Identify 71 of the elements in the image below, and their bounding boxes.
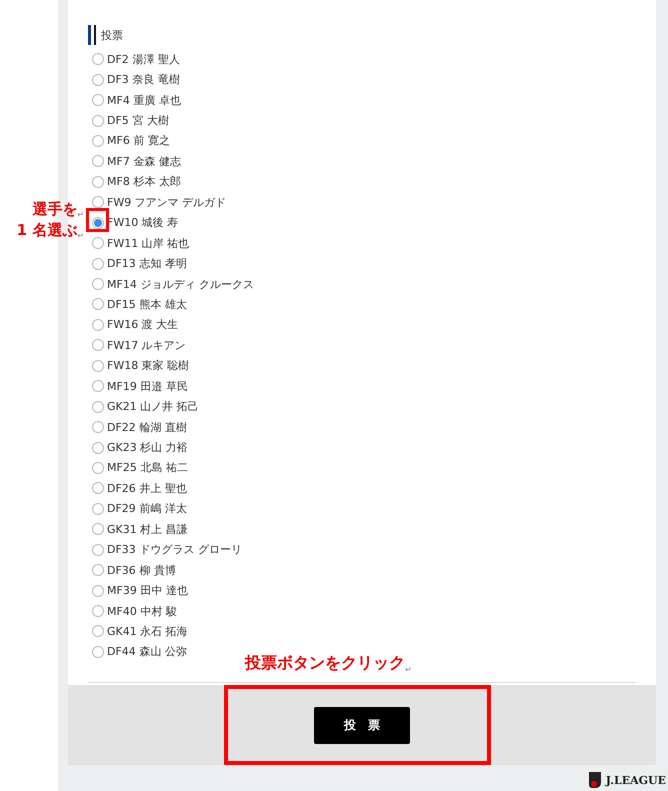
radio-button[interactable]: [92, 400, 104, 413]
player-label[interactable]: DF13 志知 孝明: [107, 256, 187, 272]
player-label[interactable]: DF36 柳 貴博: [107, 562, 176, 578]
radio-button[interactable]: [92, 564, 104, 576]
return-mark: ↵: [77, 231, 84, 240]
player-label[interactable]: DF2 湯澤 聖人: [107, 52, 180, 67]
radio-button[interactable]: [92, 176, 104, 188]
radio-button[interactable]: [92, 625, 104, 638]
radio-button[interactable]: [92, 94, 104, 106]
player-label[interactable]: DF44 森山 公弥: [107, 644, 187, 660]
radio-button[interactable]: [92, 421, 104, 434]
player-label[interactable]: MF6 前 寛之: [107, 133, 170, 148]
player-label[interactable]: MF8 杉本 太郎: [107, 174, 181, 190]
radio-button[interactable]: [92, 360, 104, 372]
player-label[interactable]: FW9 フアンマ デルガド: [107, 194, 226, 210]
radio-button[interactable]: [92, 339, 104, 352]
radio-button[interactable]: [92, 482, 104, 494]
highlight-frame: [86, 208, 109, 232]
radio-button[interactable]: [92, 605, 104, 618]
annotation-text: 投票ボタンをクリック: [245, 653, 405, 674]
radio-button[interactable]: [92, 114, 104, 127]
player-label[interactable]: MF39 田中 達也: [107, 583, 188, 598]
radio-button[interactable]: [92, 380, 104, 392]
player-label[interactable]: GK21 山ノ井 拓己: [107, 399, 199, 414]
radio-button[interactable]: [92, 155, 104, 168]
radio-button[interactable]: [92, 134, 104, 147]
radio-button[interactable]: [92, 258, 104, 270]
player-label[interactable]: DF3 奈良 竜樹: [107, 72, 180, 88]
radio-button[interactable]: [92, 298, 104, 310]
vote-button[interactable]: 投票: [314, 706, 410, 744]
radio-button[interactable]: [92, 462, 104, 474]
player-label[interactable]: DF29 前嶋 洋太: [107, 501, 187, 516]
section-title: 投票: [101, 28, 123, 42]
radio-button[interactable]: [92, 278, 104, 290]
radio-button[interactable]: [92, 544, 104, 556]
return-mark: ↵: [77, 210, 84, 219]
player-label[interactable]: MF4 重廣 卓也: [107, 92, 181, 108]
radio-button[interactable]: [92, 318, 104, 331]
player-label[interactable]: FW18 東家 聡樹: [107, 358, 190, 374]
return-mark: ↵: [405, 665, 412, 674]
player-label[interactable]: GK31 村上 昌謙: [107, 522, 188, 537]
player-label[interactable]: GK41 永石 拓海: [107, 624, 188, 639]
player-label[interactable]: DF33 ドウグラス グローリ: [107, 542, 242, 558]
heading-bar-icon: [88, 25, 93, 45]
player-label[interactable]: MF25 北島 祐二: [107, 460, 188, 476]
player-label[interactable]: DF26 井上 聖也: [107, 480, 187, 496]
annotation-text: 1 名選ぶ: [16, 221, 78, 240]
radio-button[interactable]: [92, 74, 104, 86]
player-label[interactable]: MF19 田邉 草民: [107, 378, 188, 394]
radio-button[interactable]: [92, 53, 104, 66]
radio-button[interactable]: [92, 442, 104, 454]
player-label[interactable]: MF7 金森 健志: [107, 154, 181, 169]
radio-button[interactable]: [92, 584, 104, 597]
radio-button[interactable]: [92, 216, 104, 229]
player-label[interactable]: MF14 ジョルディ クルークス: [107, 276, 254, 292]
radio-button[interactable]: [92, 502, 104, 515]
player-label[interactable]: GK23 杉山 力裕: [107, 440, 188, 456]
radio-button[interactable]: [92, 523, 104, 536]
player-label[interactable]: DF22 輪湖 直樹: [107, 420, 187, 435]
player-label[interactable]: FW11 山岸 祐也: [107, 236, 190, 251]
player-label[interactable]: DF15 熊本 雄太: [107, 296, 187, 312]
player-label[interactable]: FW16 渡 大生: [107, 317, 178, 332]
logo-icon: [588, 771, 604, 789]
radio-button[interactable]: [92, 646, 104, 658]
player-label[interactable]: DF5 宮 大樹: [107, 113, 169, 128]
logo-text: J.LEAGUE: [606, 774, 666, 786]
annotation-text: 選手を: [32, 200, 78, 219]
player-label[interactable]: FW17 ルキアン: [107, 338, 186, 353]
radio-button[interactable]: [92, 196, 104, 208]
radio-button[interactable]: [92, 237, 104, 250]
player-label[interactable]: MF40 中村 駿: [107, 604, 177, 619]
